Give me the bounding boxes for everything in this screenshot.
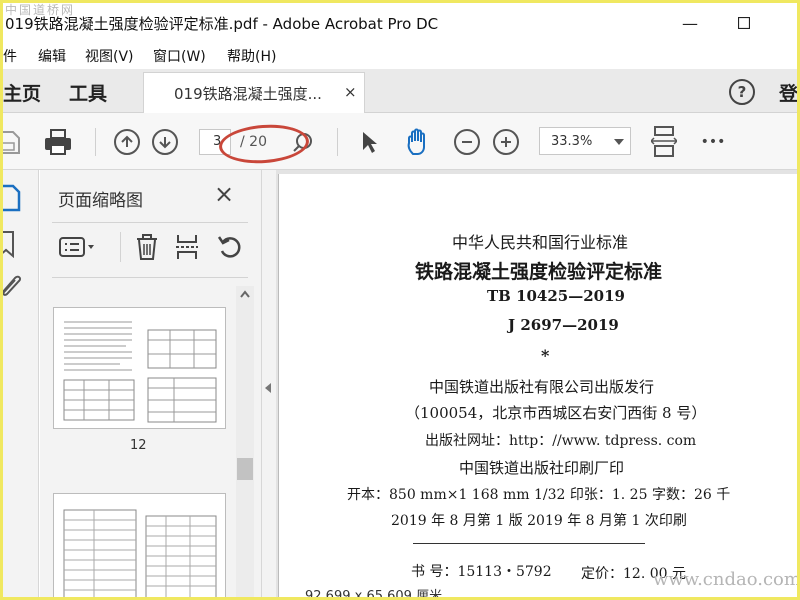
- menu-window[interactable]: 窗口(W): [153, 46, 206, 66]
- options-list-icon: [59, 237, 94, 257]
- zoom-select[interactable]: 33.3%: [539, 127, 631, 155]
- zoom-value: 33.3%: [551, 134, 593, 149]
- tab-tools[interactable]: 工具: [69, 79, 107, 106]
- page-thumbnails-panel: 页面缩略图 × 12: [40, 170, 262, 597]
- doc-printer: 中国铁道出版社印刷厂印: [459, 459, 625, 477]
- document-tab-label: 019铁路混凝土强度...: [174, 85, 322, 103]
- document-tab-close-button[interactable]: ×: [344, 83, 357, 101]
- doc-divider: [413, 543, 645, 544]
- menu-view[interactable]: 视图(V): [85, 46, 134, 66]
- trash-icon: [137, 234, 157, 260]
- split-pages-button[interactable]: [174, 232, 200, 262]
- select-tool-button[interactable]: [357, 127, 381, 157]
- fit-page-button[interactable]: [649, 126, 679, 157]
- next-page-button[interactable]: [150, 127, 180, 157]
- pdf-page: 中华人民共和国行业标准 铁路混凝土强度检验评定标准 TB 10425—2019 …: [278, 174, 797, 597]
- watermark-bottom: www.cndao.com: [653, 569, 797, 590]
- annotation-ellipse: [217, 121, 311, 167]
- previous-page-button[interactable]: [112, 127, 142, 157]
- cursor-icon: [363, 132, 377, 153]
- doc-standard-type: 中华人民共和国行业标准: [452, 233, 629, 252]
- printer-icon: [45, 129, 71, 155]
- toolbar-divider: [337, 128, 338, 156]
- doc-address: （100054，北京市西城区右安门西街 8 号）: [405, 404, 707, 422]
- hand-tool-button[interactable]: [403, 127, 435, 157]
- page-thumbnail-13[interactable]: [53, 493, 226, 597]
- panel-collapse-handle[interactable]: [262, 170, 276, 597]
- minimize-button[interactable]: —: [675, 11, 705, 35]
- doc-edition: 2019 年 8 月第 1 版 2019 年 8 月第 1 次印刷: [391, 513, 687, 529]
- thumbnail-page-label: 12: [130, 438, 147, 453]
- bookmarks-tab[interactable]: [3, 230, 23, 259]
- panel-close-button[interactable]: ×: [214, 180, 234, 208]
- delete-pages-button[interactable]: [134, 232, 160, 262]
- doc-format: 开本：850 mm×1 168 mm 1/32 印张：1. 25 字数：26 千: [347, 487, 731, 503]
- fit-width-icon: [651, 126, 677, 157]
- attachments-tab[interactable]: [3, 272, 25, 302]
- tab-home[interactable]: 主页: [3, 79, 41, 106]
- collapse-arrow-icon: [265, 383, 271, 393]
- scrollbar-thumb[interactable]: [237, 458, 253, 480]
- split-page-icon: [176, 235, 198, 259]
- toolbar: 3 / 20 33.3% •••: [3, 113, 797, 170]
- more-tools-button[interactable]: •••: [698, 127, 728, 157]
- doc-book-number: 书 号：15113・5792: [411, 564, 552, 580]
- page-size-readout: 92.699 x 65.609 厘米: [301, 585, 447, 597]
- navigation-rail: [3, 170, 39, 597]
- paperclip-icon: [3, 275, 22, 296]
- thumbnail-preview-image: [63, 509, 217, 597]
- bookmark-icon: [3, 231, 14, 259]
- document-tab[interactable]: 019铁路混凝土强度... ×: [143, 72, 365, 113]
- zoom-out-button[interactable]: [452, 127, 482, 157]
- panel-divider: [52, 222, 248, 223]
- panel-divider: [52, 277, 248, 278]
- page-thumbnails-icon: [3, 184, 21, 212]
- thumbnail-options-button[interactable]: [58, 232, 98, 262]
- zoom-in-button[interactable]: [491, 127, 521, 157]
- plus-icon: [493, 129, 519, 155]
- maximize-button[interactable]: [729, 11, 759, 35]
- document-view[interactable]: 中华人民共和国行业标准 铁路混凝土强度检验评定标准 TB 10425—2019 …: [276, 170, 797, 597]
- menu-help[interactable]: 帮助(H): [227, 46, 276, 66]
- title-bar: 019铁路混凝土强度检验评定标准.pdf - Adobe Acrobat Pro…: [3, 3, 797, 43]
- doc-separator-star: *: [541, 346, 550, 365]
- doc-website: 出版社网址：http：//www. tdpress. com: [425, 433, 697, 449]
- arrow-down-icon: [152, 129, 178, 155]
- chevron-down-icon: [614, 139, 624, 145]
- menu-file[interactable]: 件: [3, 46, 17, 66]
- doc-code-tb: TB 10425—2019: [487, 287, 625, 305]
- maximize-icon: [738, 17, 750, 29]
- thumbnail-preview-image: [63, 321, 217, 423]
- save-button[interactable]: [3, 127, 21, 157]
- rotate-icon: [217, 236, 241, 258]
- toolbar-divider: [95, 128, 96, 156]
- save-icon: [3, 131, 20, 154]
- menu-edit[interactable]: 编辑: [38, 46, 66, 66]
- sign-in-button[interactable]: 登: [779, 79, 797, 106]
- panel-tool-divider: [120, 232, 121, 262]
- hand-icon: [407, 128, 425, 155]
- page-thumbnails-tab[interactable]: [3, 184, 23, 214]
- panel-title: 页面缩略图: [58, 191, 143, 211]
- page-thumbnail-12[interactable]: [53, 307, 226, 429]
- menu-bar: 件 编辑 视图(V) 窗口(W) 帮助(H): [3, 43, 797, 69]
- minus-icon: [454, 129, 480, 155]
- scroll-up-icon[interactable]: [240, 290, 250, 298]
- doc-publisher: 中国铁道出版社有限公司出版发行: [429, 378, 655, 396]
- doc-code-j: J 2697—2019: [508, 316, 619, 334]
- help-icon[interactable]: ?: [729, 79, 755, 105]
- arrow-up-icon: [114, 129, 140, 155]
- print-button[interactable]: [41, 127, 75, 157]
- tab-bar: 主页 工具 019铁路混凝土强度... × ? 登: [3, 69, 797, 113]
- rotate-pages-button[interactable]: [216, 232, 244, 262]
- thumbnails-scrollbar[interactable]: [236, 286, 254, 597]
- acrobat-window: 019铁路混凝土强度检验评定标准.pdf - Adobe Acrobat Pro…: [3, 3, 797, 597]
- watermark-top: 中国道桥网: [5, 3, 76, 17]
- doc-title: 铁路混凝土强度检验评定标准: [415, 261, 663, 283]
